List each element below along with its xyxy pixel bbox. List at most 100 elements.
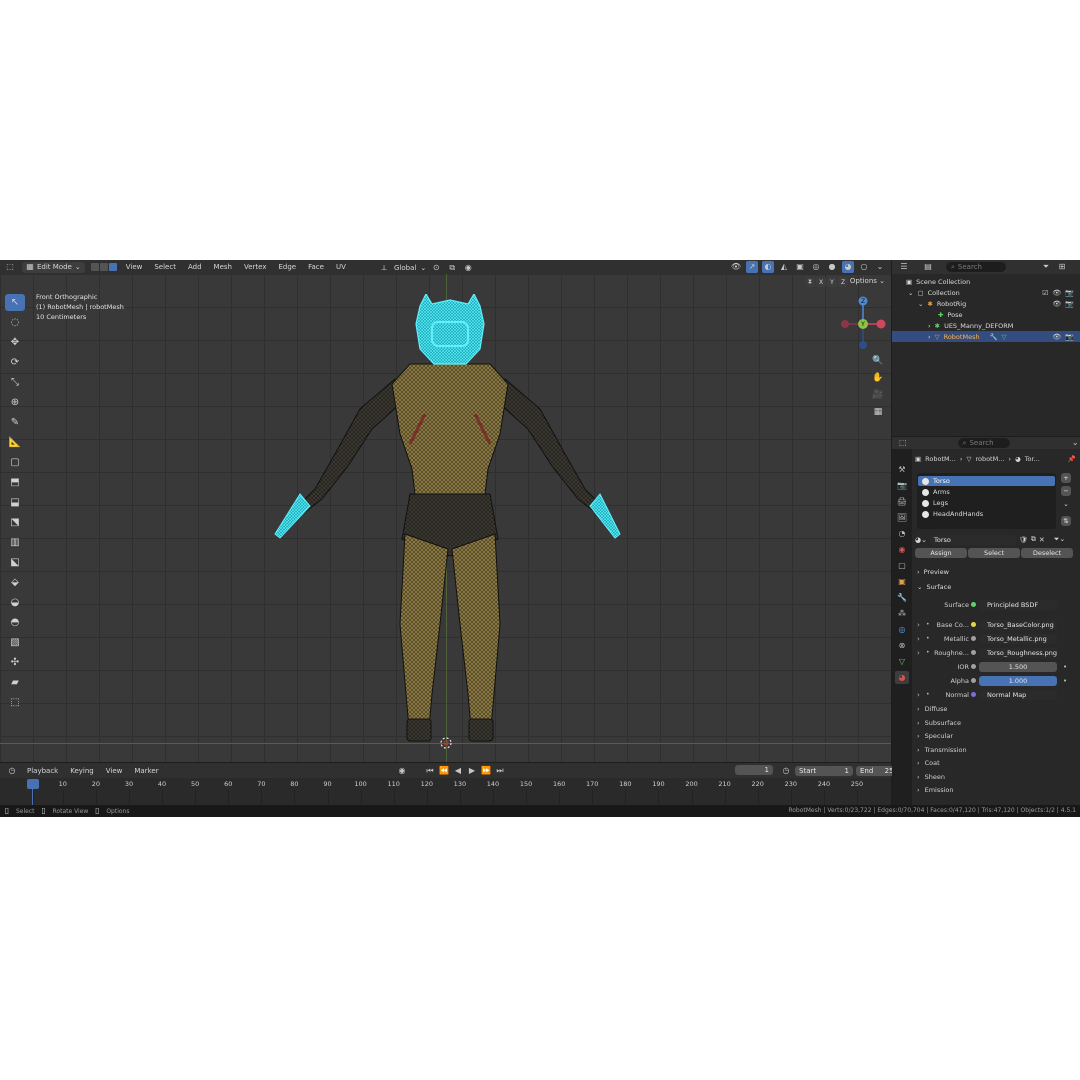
outliner-item-pose[interactable]: ✚ Pose	[892, 309, 1080, 320]
subpanel-specular[interactable]: › Specular	[913, 730, 1080, 741]
deselect-button[interactable]: Deselect	[1021, 548, 1073, 558]
camera-view-icon[interactable]: 🎥	[871, 388, 885, 402]
outliner-item-robotrig[interactable]: ⌄ ✱ RobotRig 👁 📷	[892, 298, 1080, 309]
menu-face[interactable]: Face	[305, 263, 327, 271]
perspective-grid-icon[interactable]: ▦	[871, 405, 885, 419]
shear-tool[interactable]: ▰	[5, 674, 25, 691]
move-slot-icon[interactable]: ⇅	[1061, 516, 1071, 526]
shading-solid-icon[interactable]: ●	[826, 261, 838, 273]
playhead[interactable]	[27, 779, 39, 789]
play-icon[interactable]: ▶	[466, 765, 478, 777]
chevron-right-icon[interactable]: ›	[917, 649, 920, 657]
mirror-y-button[interactable]: Y	[827, 277, 837, 287]
editor-type-icon[interactable]: ⬚	[4, 261, 16, 273]
chevron-right-icon[interactable]: ›	[917, 691, 920, 699]
data-tab-icon[interactable]: ▽	[895, 655, 909, 668]
subpanel-coat[interactable]: › Coat	[913, 757, 1080, 768]
outliner-item-scene-collection[interactable]: ▣ Scene Collection	[892, 276, 1080, 287]
scene-tab-icon[interactable]: ◔	[895, 527, 909, 540]
scale-tool[interactable]: ⤡	[5, 374, 25, 391]
ior-field[interactable]: 1.500	[979, 661, 1057, 672]
play-reverse-icon[interactable]: ◀	[452, 765, 464, 777]
rotate-tool[interactable]: ⟳	[5, 354, 25, 371]
tool-tab-icon[interactable]: ⚒	[895, 463, 909, 476]
pan-hand-icon[interactable]: ✋	[871, 371, 885, 385]
menu-uv[interactable]: UV	[333, 263, 349, 271]
mirror-x-button[interactable]: X	[816, 277, 826, 287]
collection-tab-icon[interactable]: ▢	[895, 559, 909, 572]
select-box-tool[interactable]: ↖	[5, 294, 25, 311]
menu-select[interactable]: Select	[151, 263, 179, 271]
checkbox-icon[interactable]: ☑	[1042, 289, 1048, 297]
material-browse-icon[interactable]: ◕⌄	[915, 536, 927, 544]
proportional-edit-icon[interactable]: ◉	[462, 262, 474, 274]
menu-add[interactable]: Add	[185, 263, 205, 271]
properties-search-input[interactable]: ⌕ Search	[957, 438, 1011, 448]
bevel-tool[interactable]: ⬔	[5, 514, 25, 531]
annotate-tool[interactable]: ✎	[5, 414, 25, 431]
material-name-field[interactable]: Torso	[929, 534, 1016, 545]
subpanel-diffuse[interactable]: › Diffuse	[913, 703, 1080, 714]
new-collection-icon[interactable]: ⊞	[1056, 261, 1068, 273]
menu-view[interactable]: View	[123, 263, 146, 271]
outliner-item-ues-manny-deform[interactable]: › ✱ UES_Manny_DEFORM	[892, 320, 1080, 331]
material-slot-torso[interactable]: Torso	[918, 476, 1055, 486]
subpanel-sheen[interactable]: › Sheen	[913, 771, 1080, 782]
xray-icon[interactable]: ▣	[794, 261, 806, 273]
visibility-icon[interactable]: 👁	[730, 261, 742, 273]
navigation-gizmo[interactable]: Y Z	[835, 294, 891, 354]
subpanel-subsurface[interactable]: › Subsurface	[913, 717, 1080, 728]
shading-options-icon[interactable]: ⌄	[874, 261, 886, 273]
3d-viewport[interactable]: Front Orthographic (1) RobotMesh | robot…	[0, 274, 891, 762]
particles-tab-icon[interactable]: ⁂	[895, 607, 909, 620]
menu-marker[interactable]: Marker	[131, 767, 161, 775]
robot-mesh[interactable]	[260, 294, 640, 754]
edge-slide-tool[interactable]: ▧	[5, 634, 25, 651]
material-slot-legs[interactable]: Legs	[918, 498, 1055, 508]
output-tab-icon[interactable]: 🖨	[895, 495, 909, 508]
view-layer-tab-icon[interactable]: 🖼	[895, 511, 909, 524]
remove-slot-button[interactable]: −	[1061, 486, 1071, 496]
physics-tab-icon[interactable]: ◎	[895, 623, 909, 636]
extrude-tool[interactable]: ⬒	[5, 474, 25, 491]
gizmo-toggle-icon[interactable]: ↗	[746, 261, 758, 273]
camera-icon[interactable]: 📷	[1065, 300, 1074, 308]
jump-start-icon[interactable]: ⏮	[424, 765, 436, 777]
assign-button[interactable]: Assign	[915, 548, 967, 558]
preview-panel-header[interactable]: › Preview	[913, 566, 1080, 578]
chevron-down-icon[interactable]: ⌄	[1070, 437, 1080, 449]
menu-playback[interactable]: Playback	[24, 767, 61, 775]
add-slot-button[interactable]: +	[1061, 473, 1071, 483]
outliner-item-robotmesh[interactable]: › ▽ RobotMesh 🔧 ▽ 👁 📷	[892, 331, 1080, 342]
jump-end-icon[interactable]: ⏭	[494, 765, 506, 777]
eye-icon[interactable]: 👁	[1052, 289, 1061, 297]
material-slot-headandhands[interactable]: HeadAndHands	[918, 509, 1055, 519]
mode-dropdown[interactable]: ▦ Edit Mode ⌄	[22, 261, 85, 273]
chevron-right-icon[interactable]: ›	[917, 621, 920, 629]
inset-tool[interactable]: ⬓	[5, 494, 25, 511]
timeline-body[interactable]: 1102030405060708090100110120130140150160…	[0, 778, 891, 805]
menu-mesh[interactable]: Mesh	[211, 263, 235, 271]
pivot-icon[interactable]: ⊙	[430, 262, 442, 274]
smooth-tool[interactable]: ◓	[5, 614, 25, 631]
chevron-right-icon[interactable]: ›	[917, 635, 920, 643]
subpanel-transmission[interactable]: › Transmission	[913, 744, 1080, 755]
filter-icon[interactable]: ⏷	[1040, 261, 1052, 273]
spin-tool[interactable]: ◒	[5, 594, 25, 611]
select-button[interactable]: Select	[968, 548, 1020, 558]
constraints-tab-icon[interactable]: ⊗	[895, 639, 909, 652]
surface-shader-field[interactable]: Principled BSDF	[979, 599, 1057, 610]
knife-tool[interactable]: ⬕	[5, 554, 25, 571]
current-frame-field[interactable]: 1	[735, 765, 773, 775]
roughness-field[interactable]: Torso_Roughness.png	[979, 647, 1057, 658]
outliner-editor-icon[interactable]: ☰	[898, 261, 910, 273]
rip-tool[interactable]: ⬚	[5, 694, 25, 711]
surface-panel-header[interactable]: ⌄ Surface	[913, 581, 1080, 593]
add-cube-tool[interactable]: ▢	[5, 454, 25, 471]
prev-keyframe-icon[interactable]: ⏪	[438, 765, 450, 777]
shading-material-icon[interactable]: ◕	[842, 261, 854, 273]
duplicate-material-icon[interactable]: ⧉	[1031, 535, 1036, 544]
filter-icon[interactable]: ⏷⌄	[1054, 535, 1065, 544]
shading-wireframe-icon[interactable]: ◎	[810, 261, 822, 273]
camera-icon[interactable]: 📷	[1065, 289, 1074, 297]
